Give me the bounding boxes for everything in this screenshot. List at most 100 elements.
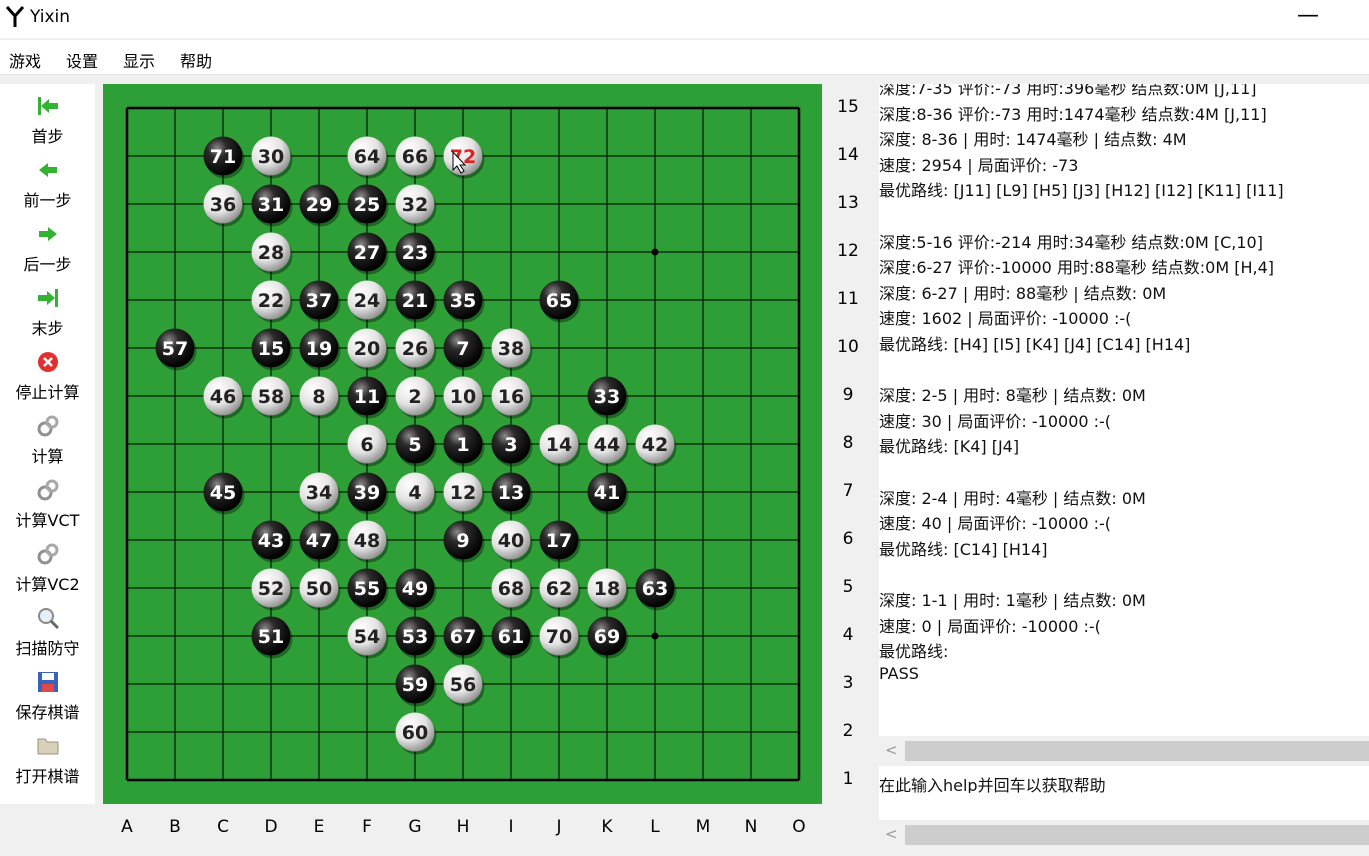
- stone-number: 38: [498, 338, 524, 360]
- save-record-button[interactable]: 保存棋谱: [0, 666, 95, 730]
- row-label: 1: [842, 769, 854, 789]
- minimize-button[interactable]: —: [1290, 2, 1326, 32]
- save-icon: [38, 672, 58, 692]
- command-horizontal-scrollbar[interactable]: <: [879, 822, 1369, 848]
- scrollbar-thumb[interactable]: [905, 825, 1369, 845]
- menu-game[interactable]: 游戏: [9, 48, 41, 72]
- row-label: 8: [842, 433, 854, 453]
- log-horizontal-scrollbar[interactable]: <: [879, 738, 1369, 764]
- board-canvas[interactable]: 123456789101112 13141516171819 20212223242…: [103, 84, 822, 804]
- stop-calculation-button[interactable]: 停止计算: [0, 346, 95, 410]
- log-line: 深度:8-36 评价:-73 用时:1474毫秒 结点数:4M [J,11]: [879, 104, 1267, 124]
- stone-number: 37: [306, 290, 332, 312]
- last-move-icon: [38, 289, 58, 307]
- row-label: 7: [842, 481, 854, 501]
- menu-help[interactable]: 帮助: [180, 48, 212, 72]
- stone-number: 40: [498, 530, 524, 552]
- stone-number: 53: [402, 626, 428, 648]
- row-label: 14: [837, 145, 859, 165]
- gears-icon: [37, 543, 59, 565]
- next-move-button[interactable]: 后一步: [0, 218, 95, 282]
- stone-2: 2: [395, 376, 437, 419]
- stone-number: 33: [594, 386, 620, 408]
- command-input[interactable]: [879, 774, 1359, 793]
- stone-32: 32: [395, 184, 437, 227]
- engine-log[interactable]: 深度:7-35 评价:-73 用时:396毫秒 结点数:0M [J,11] 深度:…: [879, 84, 1369, 736]
- stone-28: 28: [251, 232, 293, 275]
- stone-67: 67: [443, 616, 485, 659]
- calculate-vc2-button[interactable]: 计算VC2: [0, 538, 95, 602]
- title-bar: Yixin —: [0, 0, 1369, 38]
- stone-number: 10: [450, 386, 476, 408]
- stone-31: 31: [251, 184, 293, 227]
- open-record-button[interactable]: 打开棋谱: [0, 730, 95, 794]
- stone-number: 42: [642, 434, 668, 456]
- scrollbar-thumb[interactable]: [905, 741, 1369, 761]
- gears-icon: [37, 479, 59, 501]
- column-label: E: [313, 817, 325, 837]
- stone-51: 51: [251, 616, 293, 659]
- menu-display[interactable]: 显示: [123, 48, 155, 72]
- column-label: L: [650, 817, 660, 837]
- stone-number: 64: [354, 146, 380, 168]
- log-line: PASS: [879, 663, 919, 683]
- stone-number: 65: [546, 290, 572, 312]
- stone-number: 59: [402, 674, 428, 696]
- scroll-left-icon[interactable]: <: [885, 825, 898, 843]
- calculate-vct-label: 计算VCT: [15, 511, 80, 530]
- stone-number: 23: [402, 242, 428, 264]
- menu-settings[interactable]: 设置: [66, 48, 98, 72]
- column-label: N: [744, 817, 758, 837]
- log-line: 深度: 6-27 | 用时: 88毫秒 | 结点数: 0M: [879, 283, 1167, 303]
- stone-12: 12: [443, 472, 485, 515]
- stone-number: 35: [450, 290, 476, 312]
- stone-64: 64: [347, 136, 389, 179]
- scan-defense-label: 扫描防守: [15, 639, 80, 658]
- stone-22: 22: [251, 280, 293, 323]
- command-area[interactable]: [879, 766, 1369, 820]
- stone-55: 55: [347, 568, 389, 611]
- stone-number: 70: [546, 626, 572, 648]
- first-move-label: 首步: [31, 127, 64, 146]
- last-move-button[interactable]: 末步: [0, 282, 95, 346]
- first-move-icon: [38, 97, 58, 115]
- stone-number: 31: [258, 194, 284, 216]
- stone-number: 30: [258, 146, 284, 168]
- stone-34: 34: [299, 472, 341, 515]
- previous-move-button[interactable]: 前一步: [0, 154, 95, 218]
- stone-number: 34: [306, 482, 332, 504]
- stone-18: 18: [587, 568, 629, 611]
- stone-65: 65: [539, 280, 581, 323]
- stone-62: 62: [539, 568, 581, 611]
- scan-defense-button[interactable]: 扫描防守: [0, 602, 95, 666]
- log-line: 速度: 0 | 局面评价: -10000 :-(: [879, 616, 1101, 636]
- stone-number: 24: [354, 290, 380, 312]
- stone-number: 5: [408, 434, 421, 456]
- stone-19: 19: [299, 328, 341, 371]
- magnifier-icon: [38, 608, 60, 630]
- scroll-left-icon[interactable]: <: [885, 741, 898, 759]
- stone-16: 16: [491, 376, 533, 419]
- stone-69: 69: [587, 616, 629, 659]
- column-label: I: [508, 817, 514, 837]
- calculate-vct-button[interactable]: 计算VCT: [0, 474, 95, 538]
- stone-56: 56: [443, 664, 485, 707]
- stone-number: 63: [642, 578, 668, 600]
- stone-number: 71: [210, 146, 236, 168]
- stone-36: 36: [203, 184, 245, 227]
- row-label: 4: [842, 625, 854, 645]
- stone-26: 26: [395, 328, 437, 371]
- gomoku-board[interactable]: 1 2 3 4 5 6 7 8 9 10 11 12 13 14 15 16 17 18 19 20 21 22 23 24 2…: [103, 84, 822, 804]
- stone-number: 69: [594, 626, 620, 648]
- stone-29: 29: [299, 184, 341, 227]
- log-line: 速度: 2954 | 局面评价: -73: [879, 155, 1079, 175]
- calculate-button[interactable]: 计算: [0, 410, 95, 474]
- next-move-icon: [39, 227, 57, 241]
- first-move-button[interactable]: 首步: [0, 90, 95, 154]
- stone-61: 61: [491, 616, 533, 659]
- stone-number: 21: [402, 290, 428, 312]
- row-label: 2: [842, 721, 854, 741]
- stone-25: 25: [347, 184, 389, 227]
- stone-number: 9: [456, 530, 469, 552]
- calculate-vc2-label: 计算VC2: [15, 575, 80, 594]
